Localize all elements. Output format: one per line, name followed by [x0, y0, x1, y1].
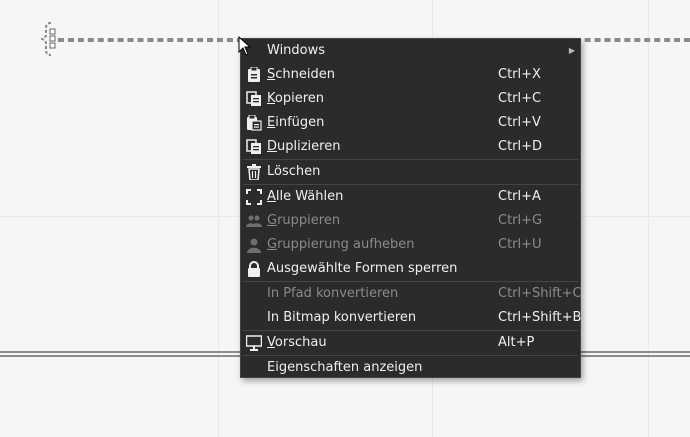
submenu-arrow-icon: ▶ — [568, 46, 575, 55]
menu-item-copy[interactable]: Kopieren Ctrl+C — [241, 87, 580, 111]
menu-item-shortcut: Ctrl+A — [498, 189, 541, 204]
menu-item-paste[interactable]: Einfügen Ctrl+V — [241, 111, 580, 135]
menu-item-shortcut: Ctrl+C — [498, 91, 542, 106]
trash-icon — [246, 164, 262, 180]
menu-item-delete[interactable]: Löschen — [241, 160, 580, 184]
menu-item-label: Alle Wählen — [267, 189, 344, 204]
menu-item-shortcut: Ctrl+D — [498, 139, 543, 154]
menu-item-label: Einfügen — [267, 115, 325, 130]
menu-item-label: Windows — [267, 43, 326, 58]
menu-item-select-all[interactable]: Alle Wählen Ctrl+A — [241, 185, 580, 209]
menu-item-label: Löschen — [267, 164, 321, 179]
menu-item-label: Gruppierung aufheben — [267, 237, 415, 252]
lock-icon — [246, 261, 262, 277]
menu-item-label: In Bitmap konvertieren — [267, 310, 417, 325]
menu-item-preview[interactable]: Vorschau Alt+P — [241, 331, 580, 355]
menu-item-cut[interactable]: Schneiden Ctrl+X — [241, 63, 580, 87]
menu-item-convert-to-bitmap[interactable]: In Bitmap konvertieren Ctrl+Shift+B — [241, 306, 582, 330]
select-all-icon — [246, 189, 262, 205]
menu-item-shortcut: Ctrl+Shift+B — [498, 310, 582, 325]
mouse-cursor-icon — [238, 36, 252, 56]
person-icon — [246, 237, 262, 253]
copy-icon — [246, 91, 262, 107]
paste-icon — [246, 115, 262, 131]
menu-item-duplicate[interactable]: Duplizieren Ctrl+D — [241, 135, 580, 159]
menu-item-windows[interactable]: Windows ▶ — [241, 39, 580, 63]
cut-icon — [246, 67, 262, 83]
menu-item-label: Gruppieren — [267, 213, 341, 228]
group-icon — [246, 213, 262, 229]
menu-item-label: Ausgewählte Formen sperren — [267, 261, 458, 276]
menu-item-lock-shapes[interactable]: Ausgewählte Formen sperren — [241, 257, 580, 281]
menu-item-convert-to-path: In Pfad konvertieren Ctrl+Shift+C — [241, 282, 582, 306]
menu-item-shortcut: Ctrl+U — [498, 237, 542, 252]
menu-item-label: Schneiden — [267, 67, 335, 82]
monitor-icon — [246, 335, 262, 351]
grid-line — [218, 0, 219, 437]
menu-item-shortcut: Alt+P — [498, 335, 535, 350]
duplicate-icon — [246, 139, 262, 155]
grid-line — [648, 0, 649, 437]
menu-item-group: Gruppieren Ctrl+G — [241, 209, 580, 233]
menu-item-shortcut: Ctrl+X — [498, 67, 541, 82]
menu-item-label: Kopieren — [267, 91, 325, 106]
context-menu: Windows ▶ Schneiden Ctrl+X Kopieren Ctrl… — [240, 38, 582, 380]
menu-item-ungroup: Gruppierung aufheben Ctrl+U — [241, 233, 580, 257]
menu-item-label: Eigenschaften anzeigen — [267, 360, 423, 375]
selection-handle-icon[interactable] — [41, 22, 57, 56]
menu-item-label: In Pfad konvertieren — [267, 286, 399, 301]
menu-item-label: Duplizieren — [267, 139, 341, 154]
menu-item-properties[interactable]: Eigenschaften anzeigen — [241, 356, 580, 380]
menu-item-shortcut: Ctrl+G — [498, 213, 543, 228]
menu-item-shortcut: Ctrl+V — [498, 115, 541, 130]
menu-item-label: Vorschau — [267, 335, 327, 350]
menu-item-shortcut: Ctrl+Shift+C — [498, 286, 582, 301]
